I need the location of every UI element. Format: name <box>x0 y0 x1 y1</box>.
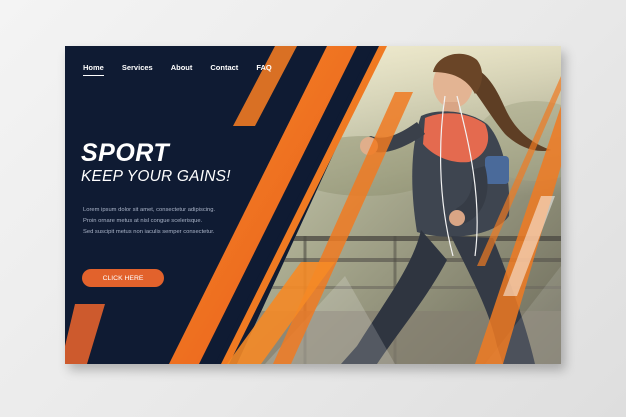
description-line: Sed suscipit metus non iaculis semper co… <box>83 229 215 235</box>
hero-subtitle: KEEP YOUR GAINS! <box>81 168 231 185</box>
nav-home[interactable]: Home <box>83 63 104 76</box>
nav-faq[interactable]: FAQ <box>256 63 271 72</box>
description-line: Proin ornare metus at nisl congue sceler… <box>83 218 203 224</box>
nav-contact[interactable]: Contact <box>210 63 238 72</box>
nav-about[interactable]: About <box>171 63 193 72</box>
main-navigation: Home Services About Contact FAQ <box>83 63 290 76</box>
description-line: Lorem ipsum dolor sit amet, consectetur … <box>83 207 216 213</box>
nav-services[interactable]: Services <box>122 63 153 72</box>
landing-page-card: Home Services About Contact FAQ SPORT KE… <box>65 46 561 364</box>
hero-description: Lorem ipsum dolor sit amet, consectetur … <box>83 205 215 238</box>
click-here-button[interactable]: CLICK HERE <box>82 269 164 287</box>
hero-title: SPORT <box>81 139 170 167</box>
